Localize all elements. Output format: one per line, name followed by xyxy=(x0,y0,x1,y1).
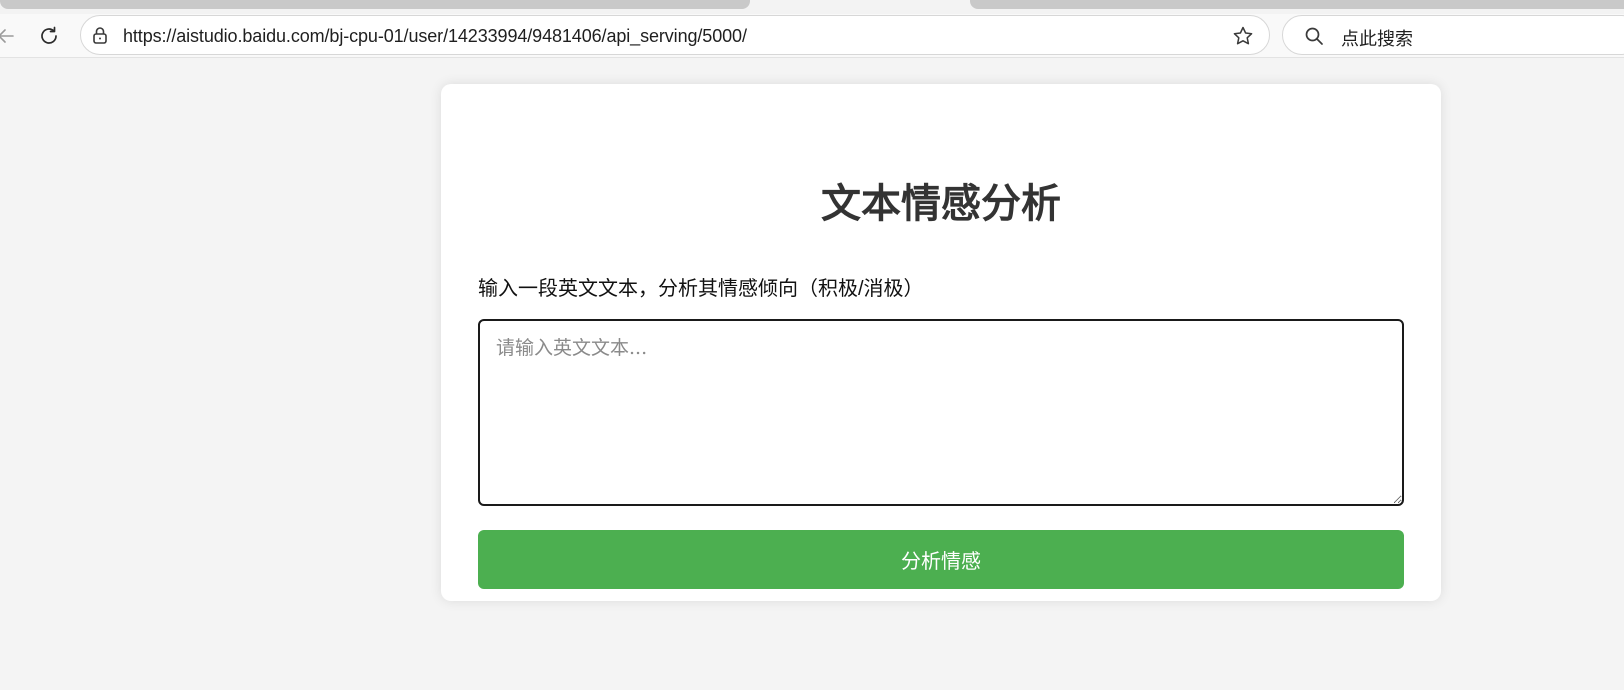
text-input[interactable] xyxy=(478,319,1404,506)
address-bar[interactable]: https://aistudio.baidu.com/bj-cpu-01/use… xyxy=(80,15,1270,55)
browser-tab-strip xyxy=(0,0,1624,14)
url-text[interactable]: https://aistudio.baidu.com/bj-cpu-01/use… xyxy=(123,26,747,47)
page-title: 文本情感分析 xyxy=(821,182,1061,226)
browser-tab[interactable] xyxy=(0,0,750,9)
page-viewport: 文本情感分析 输入一段英文文本，分析其情感倾向（积极/消极） 分析情感 xyxy=(0,58,1624,690)
instruction-text: 输入一段英文文本，分析其情感倾向（积极/消极） xyxy=(478,278,924,300)
sentiment-card: 文本情感分析 输入一段英文文本，分析其情感倾向（积极/消极） 分析情感 xyxy=(441,84,1441,601)
browser-tab[interactable] xyxy=(970,0,1624,9)
reload-icon[interactable] xyxy=(35,22,63,50)
lock-icon[interactable] xyxy=(90,25,110,45)
search-icon xyxy=(1303,25,1325,47)
back-arrow-icon[interactable] xyxy=(0,22,20,50)
browser-toolbar: https://aistudio.baidu.com/bj-cpu-01/use… xyxy=(0,14,1624,58)
browser-search-box[interactable]: 点此搜索 xyxy=(1282,15,1624,55)
search-placeholder: 点此搜索 xyxy=(1341,29,1413,49)
star-icon[interactable] xyxy=(1231,24,1255,48)
analyze-button[interactable]: 分析情感 xyxy=(478,530,1404,589)
